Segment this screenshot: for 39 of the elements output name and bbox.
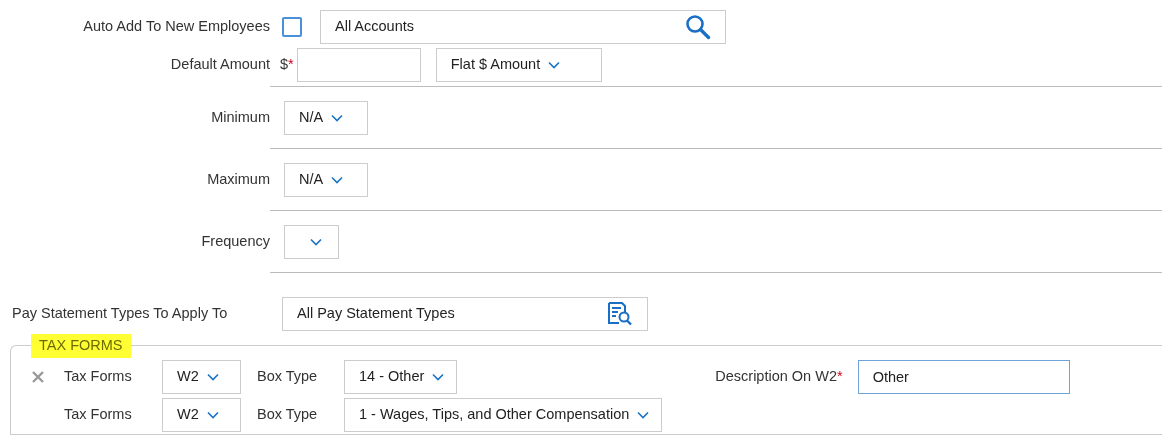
field-label: Pay Statement Types To Apply To xyxy=(11,304,229,324)
document-search-icon xyxy=(607,302,633,326)
chevron-down-icon xyxy=(331,113,344,122)
chevron-down-icon xyxy=(432,373,445,381)
dropdown[interactable]: 14 - Other xyxy=(344,360,458,394)
section-heading: TAX FORMS xyxy=(31,334,131,358)
dropdown[interactable] xyxy=(284,224,339,259)
field-label: Box Type xyxy=(257,367,319,387)
field-label: Tax Forms xyxy=(64,367,133,387)
chevron-down-icon xyxy=(637,411,650,419)
search-icon xyxy=(685,14,711,40)
chevron-down-icon xyxy=(206,373,219,381)
field-label: Description On W2 xyxy=(715,367,837,387)
chevron-down-icon xyxy=(309,237,322,246)
required-mark: * xyxy=(836,367,843,387)
remove-icon[interactable] xyxy=(31,370,45,384)
required-mark: * xyxy=(288,54,294,74)
checkbox[interactable] xyxy=(282,17,302,37)
chevron-down-icon xyxy=(331,175,344,184)
dropdown[interactable]: W2 xyxy=(162,360,241,394)
dropdown[interactable]: N/A xyxy=(284,162,368,197)
search-field[interactable]: All Accounts xyxy=(320,10,726,44)
field-label: Tax Forms xyxy=(64,405,133,425)
currency-label: $ xyxy=(280,54,289,74)
amount-input[interactable] xyxy=(296,47,421,82)
field-label: Frequency xyxy=(200,232,270,252)
dropdown[interactable]: 1 - Wages, Tips, and Other Compensation xyxy=(344,398,663,432)
field-label: Maximum xyxy=(206,170,270,190)
chevron-down-icon xyxy=(548,60,561,69)
dropdown[interactable]: N/A xyxy=(284,100,368,135)
field-label: Box Type xyxy=(257,405,319,425)
field-label: Minimum xyxy=(210,108,270,128)
lookup-field[interactable]: All Pay Statement Types xyxy=(282,297,648,331)
dropdown[interactable]: W2 xyxy=(162,398,241,432)
dropdown[interactable]: Flat $ Amount xyxy=(435,47,602,82)
description-input[interactable]: Other xyxy=(857,360,1070,394)
chevron-down-icon xyxy=(206,411,219,419)
field-label: Auto Add To New Employees xyxy=(82,17,270,37)
field-label: Default Amount xyxy=(169,54,270,74)
